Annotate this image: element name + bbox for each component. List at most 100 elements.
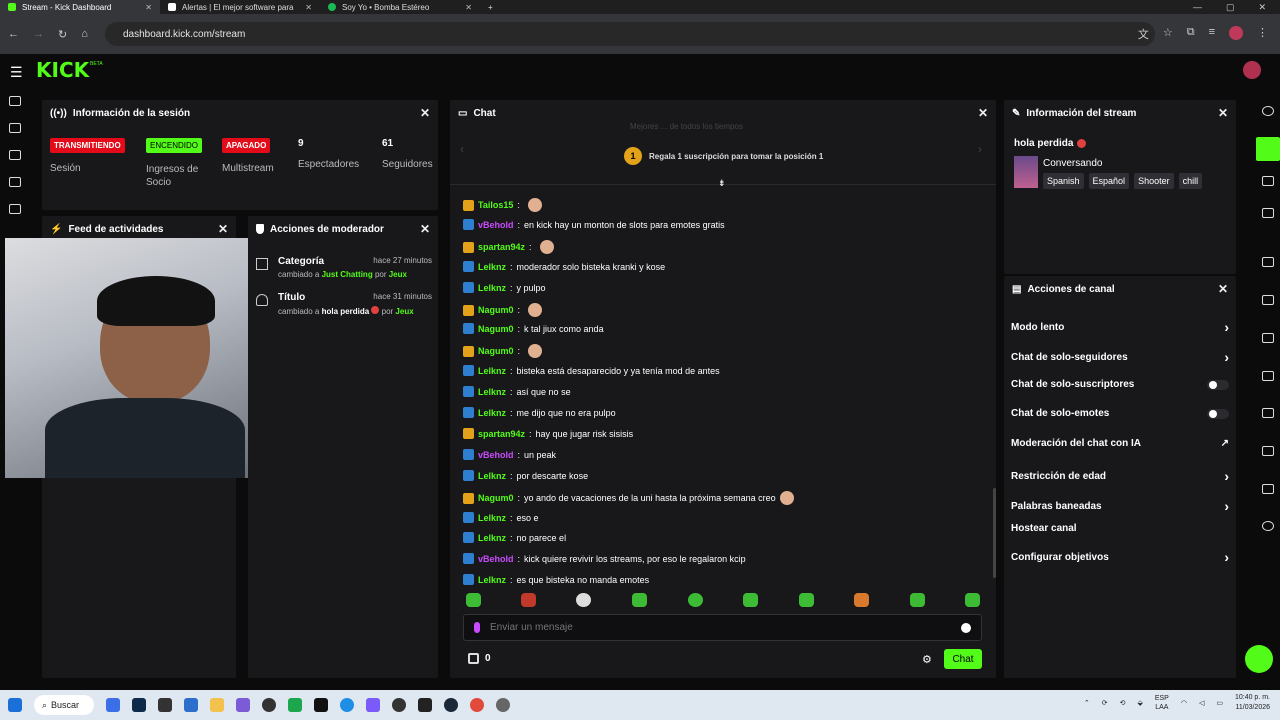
close-window-icon[interactable]: ✕ [1258, 2, 1266, 13]
action-user[interactable]: Jeux [389, 270, 407, 279]
support-button[interactable] [1245, 645, 1273, 673]
emote-icon[interactable] [528, 344, 543, 358]
chat-username[interactable]: Nagum0 [478, 305, 514, 315]
address-bar[interactable]: dashboard.kick.com/stream [105, 22, 1155, 46]
reload-icon[interactable]: ↻ [58, 28, 67, 41]
folder-icon[interactable] [210, 698, 224, 712]
toggle-switch[interactable] [1207, 408, 1229, 419]
action-user[interactable]: Jeux [395, 307, 413, 316]
close-icon[interactable]: ✕ [218, 222, 228, 236]
steam-icon[interactable] [444, 698, 458, 712]
media-icon[interactable] [9, 204, 21, 214]
chat-username[interactable]: Tailos15 [478, 200, 513, 210]
settings-icon[interactable] [496, 698, 510, 712]
emote-icon[interactable] [799, 593, 814, 607]
kick-logo[interactable]: KICK [36, 58, 89, 82]
mod-icon[interactable] [1262, 446, 1274, 456]
teams-icon[interactable] [366, 698, 380, 712]
translate-icon[interactable]: 文 [1138, 26, 1149, 42]
lightning-icon[interactable] [1262, 295, 1274, 305]
user-avatar[interactable] [1243, 61, 1261, 79]
stats-icon[interactable] [9, 150, 21, 160]
share-icon[interactable] [1262, 521, 1274, 531]
location-icon[interactable]: ⬙ [1137, 699, 1142, 707]
channel-action-row[interactable]: Palabras baneadas › [1011, 498, 1229, 514]
toggle-switch[interactable] [1207, 379, 1229, 390]
more-icon[interactable]: ⋮ [1257, 26, 1268, 42]
chat-settings-icon[interactable]: ⚙ [922, 653, 932, 666]
taskbar-search[interactable]: ⌕ Buscar [34, 695, 94, 715]
chat-username[interactable]: Lelknz [478, 533, 506, 543]
photoshop-icon[interactable] [132, 698, 146, 712]
document-icon[interactable] [1262, 333, 1274, 343]
chat-username[interactable]: vBehold [478, 554, 514, 564]
tag-chip[interactable]: chill [1178, 173, 1203, 189]
emote-icon[interactable] [576, 593, 591, 607]
channel-action-row[interactable]: Chat de solo-emotes [1011, 408, 1229, 419]
chat-username[interactable]: Lelknz [478, 513, 506, 523]
emote-icon[interactable] [910, 593, 925, 607]
tag-chip[interactable]: Español [1088, 173, 1130, 189]
close-icon[interactable]: ✕ [978, 106, 988, 120]
tag-chip[interactable]: Shooter [1134, 173, 1174, 189]
media-icon[interactable]: ≡ [1209, 26, 1215, 42]
emote-icon[interactable] [965, 593, 980, 607]
channel-action-row[interactable]: Restricción de edad › [1011, 468, 1229, 484]
chat-username[interactable]: Lelknz [478, 283, 506, 293]
broadcast-icon[interactable] [1262, 408, 1274, 418]
emote-icon[interactable] [521, 593, 536, 607]
chat-username[interactable]: Lelknz [478, 262, 506, 272]
emote-icon[interactable] [528, 303, 543, 317]
calculator-icon[interactable] [184, 698, 198, 712]
message-input[interactable] [490, 622, 951, 633]
maximize-icon[interactable]: ▢ [1226, 2, 1235, 13]
volume-icon[interactable]: ◁ [1199, 699, 1204, 707]
next-arrow-icon[interactable]: › [978, 142, 982, 156]
chat-username[interactable]: Nagum0 [478, 346, 514, 356]
gift-sub-promo[interactable]: Regala 1 suscripción para tomar la posic… [649, 152, 823, 161]
emote-icon[interactable] [539, 240, 554, 254]
tray-icon[interactable]: ⟲ [1120, 699, 1126, 707]
check-button[interactable] [1256, 137, 1280, 161]
layout-icon[interactable] [1262, 176, 1274, 186]
close-icon[interactable]: ✕ [1218, 282, 1228, 296]
channel-action-row[interactable]: Chat de solo-seguidores › [1011, 349, 1229, 365]
capcut-icon[interactable] [314, 698, 328, 712]
prev-arrow-icon[interactable]: ‹ [460, 142, 464, 156]
camera-icon[interactable] [418, 698, 432, 712]
send-chat-button[interactable]: Chat [944, 649, 982, 669]
wifi-icon[interactable]: ◠ [1181, 699, 1187, 707]
chrome-icon[interactable] [470, 698, 484, 712]
star-icon[interactable]: ☆ [1163, 26, 1173, 42]
back-icon[interactable]: ← [8, 28, 19, 40]
chat-username[interactable]: Lelknz [478, 387, 506, 397]
chat-scrollbar[interactable] [993, 488, 996, 578]
channel-points[interactable]: 0 [468, 653, 491, 664]
browser-tab-alertas[interactable]: Alertas | El mejor software para ✕ [160, 0, 320, 14]
github-icon[interactable] [392, 698, 406, 712]
emote-icon[interactable] [527, 198, 542, 212]
minimize-icon[interactable]: — [1193, 2, 1202, 13]
chat-username[interactable]: Lelknz [478, 471, 506, 481]
clock-time[interactable]: 10:40 p. m. [1235, 693, 1270, 703]
obs-icon[interactable] [262, 698, 276, 712]
stream-icon[interactable] [9, 96, 21, 106]
close-icon[interactable]: ✕ [420, 106, 430, 120]
app-icon[interactable] [288, 698, 302, 712]
tray-icon[interactable]: ⟳ [1102, 699, 1108, 707]
microphone-icon[interactable] [474, 622, 480, 633]
fullscreen-icon[interactable] [1262, 257, 1274, 267]
pin-icon[interactable]: ⇟ [718, 178, 726, 189]
tray-chevron-icon[interactable]: ⌃ [1084, 699, 1090, 707]
emoji-picker-icon[interactable] [961, 622, 971, 633]
forward-icon[interactable]: → [33, 28, 44, 40]
edge-icon[interactable] [340, 698, 354, 712]
link-icon[interactable] [9, 123, 21, 133]
close-icon[interactable]: ✕ [1218, 106, 1228, 120]
emote-icon[interactable] [779, 491, 794, 505]
emote-icon[interactable] [688, 593, 703, 607]
browser-tab-music[interactable]: Soy Yo • Bomba Estéreo ✕ [320, 0, 480, 14]
home-icon[interactable]: ⌂ [81, 28, 88, 40]
new-tab-button[interactable]: + [480, 0, 510, 14]
close-rail-icon[interactable] [1262, 208, 1274, 218]
